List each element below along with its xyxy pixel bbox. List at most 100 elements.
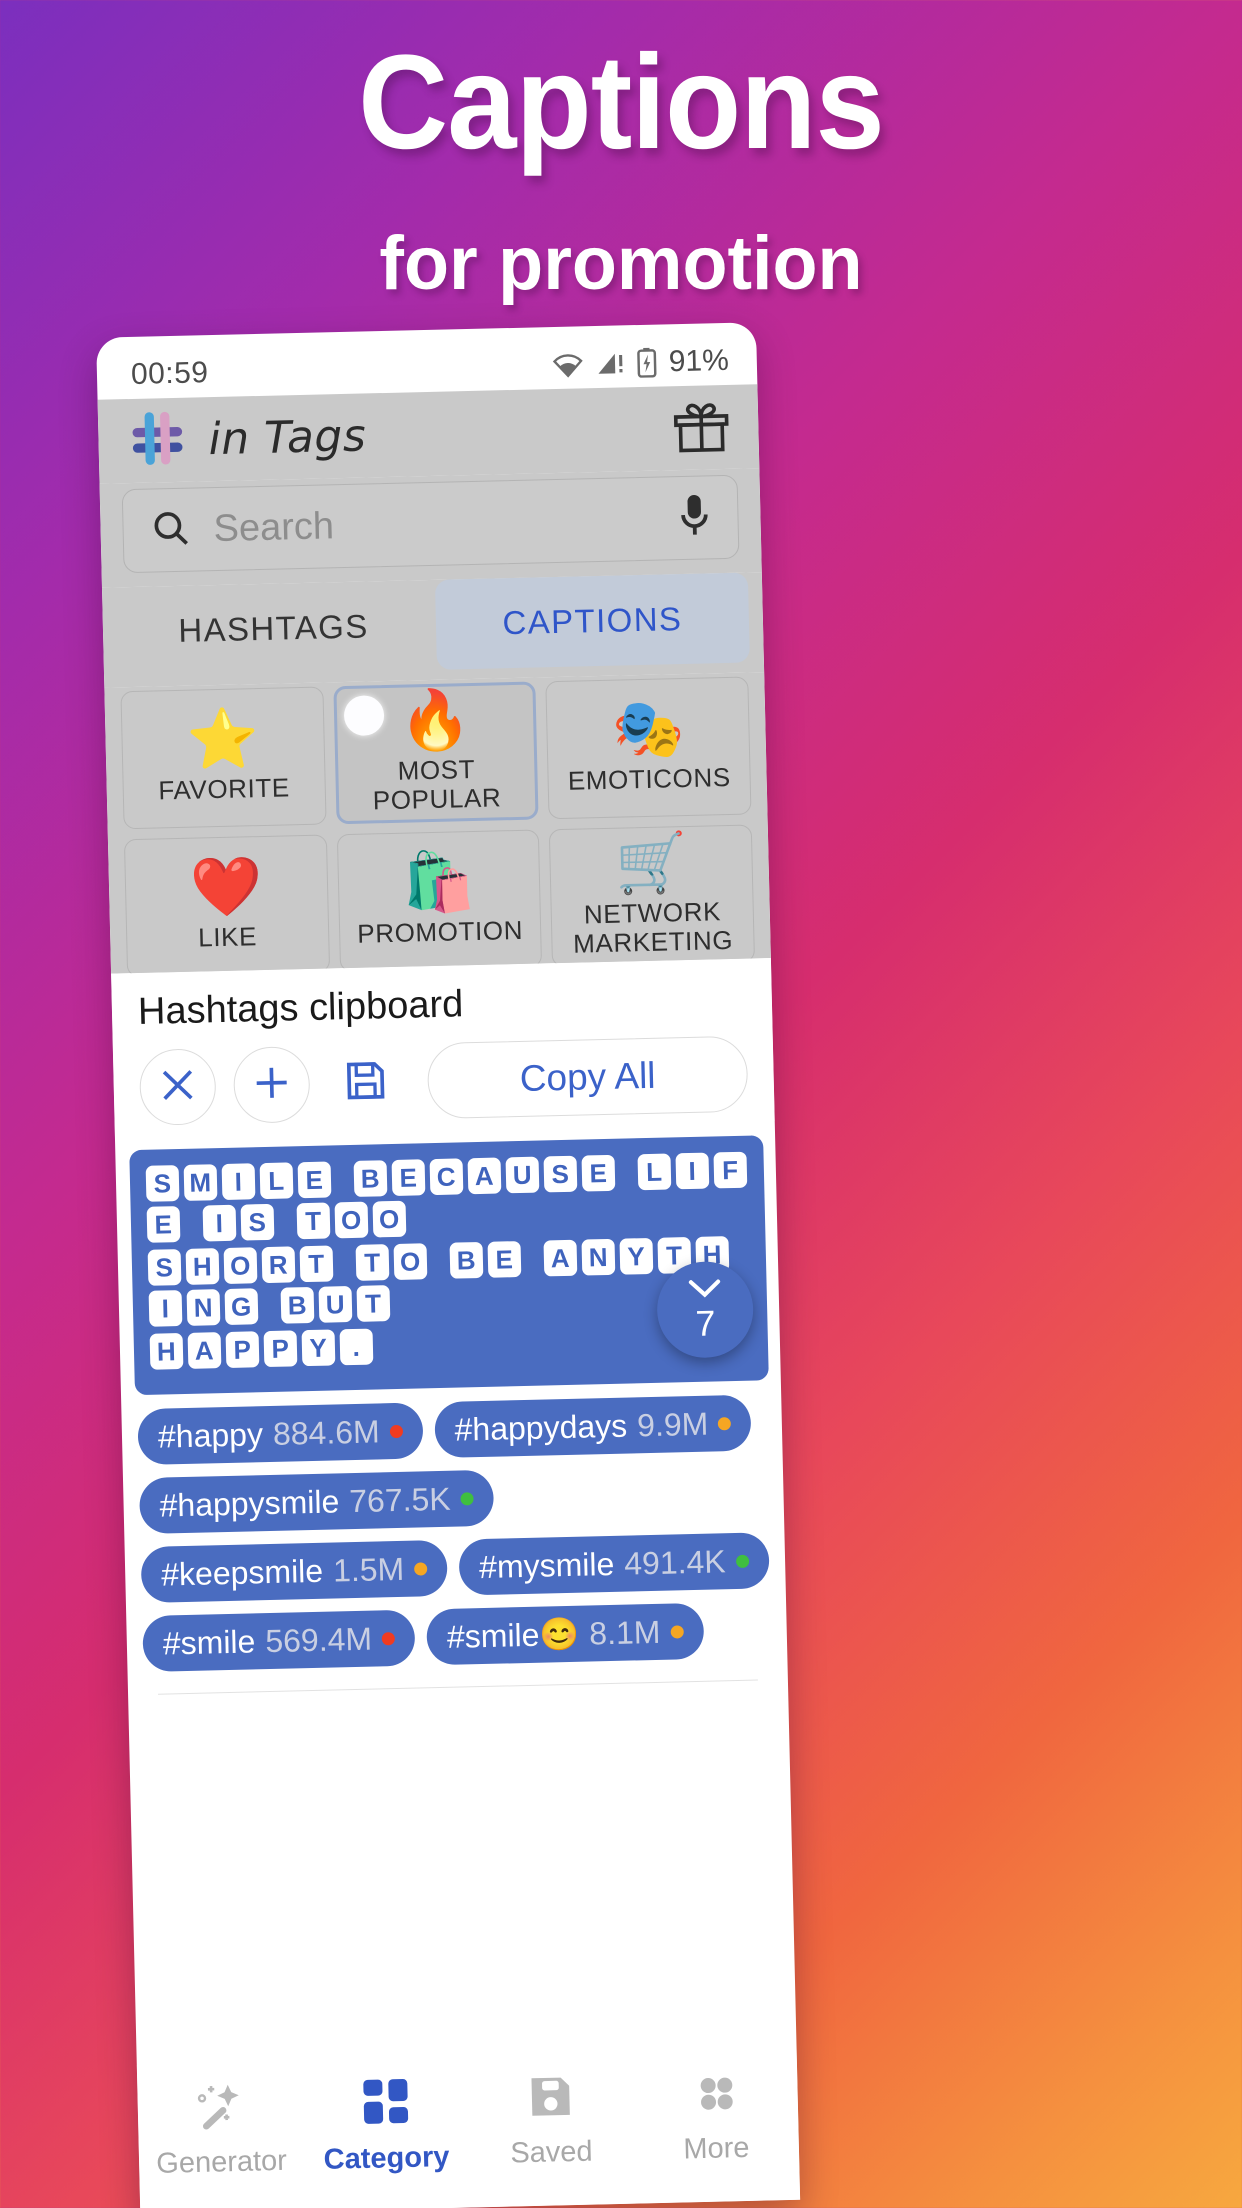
phone-mockup: 00:59 91% in Tags Search HASHTAGS CAPTIO… — [96, 322, 801, 2208]
grid-icon — [359, 2075, 412, 2133]
caption-letter-tile: P — [225, 1331, 260, 1368]
plus-icon — [251, 1062, 292, 1108]
category-grid: ⭐ FAVORITE 🔥 MOST POPULAR 🎭 EMOTICONS ❤️… — [120, 676, 755, 974]
tab-hashtags[interactable]: HASHTAGS — [116, 580, 431, 677]
hashtag-chip[interactable]: #mysmile 491.4K — [458, 1532, 770, 1596]
caption-letter-tile: S — [543, 1155, 578, 1193]
hashtag-chip[interactable]: #smile 569.4M — [142, 1609, 416, 1673]
caption-letter-tile: A — [467, 1157, 502, 1195]
nav-item-category[interactable]: Category — [302, 2074, 469, 2178]
caption-letter-tile: O — [334, 1201, 369, 1239]
caption-letter-tile: U — [318, 1286, 353, 1323]
category-most-popular[interactable]: 🔥 MOST POPULAR — [333, 681, 539, 825]
popularity-dot — [414, 1561, 428, 1576]
hashtag-name: #happydays — [454, 1407, 628, 1448]
close-icon — [157, 1064, 198, 1110]
caption-space — [336, 1161, 350, 1197]
clear-button[interactable] — [138, 1048, 217, 1126]
caption-letter-tile: E — [487, 1241, 522, 1278]
hashtag-count: 569.4M — [264, 1620, 373, 1659]
caption-letter-tile: E — [391, 1159, 426, 1197]
magic-wand-icon — [194, 2079, 247, 2137]
popularity-dot — [670, 1624, 684, 1639]
touch-ripple — [343, 695, 385, 737]
bottom-nav: Generator Category Saved More — [136, 2049, 801, 2208]
category-promotion[interactable]: 🛍️ PROMOTION — [336, 829, 543, 973]
hashtag-chip[interactable]: #smile😊 8.1M — [426, 1602, 705, 1666]
nav-label: Generator — [155, 2144, 288, 2180]
wifi-icon — [549, 350, 586, 379]
caption-space — [525, 1241, 539, 1277]
category-like[interactable]: ❤️ LIKE — [123, 834, 330, 974]
search-input[interactable]: Search — [121, 474, 740, 574]
hashtag-count: 8.1M — [588, 1613, 661, 1652]
category-emoticons[interactable]: 🎭 EMOTICONS — [545, 676, 752, 820]
caption-letter-tile: H — [185, 1248, 220, 1285]
hashtag-name: #smile😊 — [446, 1615, 580, 1655]
category-label: NETWORK MARKETING — [572, 896, 734, 959]
hashtags-clipboard: Hashtags clipboard Copy All — [111, 958, 775, 1137]
hashtag-name: #keepsmile — [160, 1552, 324, 1593]
caption-letter-tile: O — [393, 1243, 428, 1281]
tab-captions[interactable]: CAPTIONS — [434, 572, 750, 670]
category-network-marketing[interactable]: 🛒 NETWORK MARKETING — [549, 824, 755, 968]
copy-all-button[interactable]: Copy All — [426, 1035, 749, 1120]
popularity-dot — [381, 1631, 396, 1645]
add-button[interactable] — [232, 1045, 311, 1124]
heart-hand-icon: ❤️ — [189, 854, 264, 922]
caption-letter-tile: N — [186, 1289, 221, 1326]
hashtag-chip[interactable]: #happydays 9.9M — [433, 1394, 752, 1459]
caption-line: SMILEBECAUSELIFEISTOO — [145, 1151, 752, 1243]
fire-icon: 🔥 — [398, 686, 473, 754]
caption-space — [279, 1203, 293, 1239]
hashtag-count: 767.5K — [348, 1480, 452, 1519]
caption-letter-tile: E — [297, 1161, 332, 1199]
promo-subtitle: for promotion — [379, 221, 863, 306]
caption-letter-tile: I — [202, 1204, 237, 1242]
seo-bag-icon: 🛍️ — [402, 849, 476, 917]
hashtag-chip[interactable]: #happysmile 767.5K — [138, 1469, 495, 1535]
hashtag-chip[interactable]: #keepsmile 1.5M — [140, 1539, 448, 1604]
nav-item-generator[interactable]: Generator — [137, 2077, 304, 2181]
caption-letter-tile: Y — [301, 1329, 336, 1367]
category-label: FAVORITE — [158, 772, 291, 806]
hashtag-chip[interactable]: #happy 884.6M — [137, 1402, 424, 1466]
microphone-icon[interactable] — [677, 492, 712, 544]
nav-item-saved[interactable]: Saved — [467, 2070, 634, 2172]
battery-percent: 91% — [668, 343, 730, 379]
caption-space — [338, 1245, 352, 1281]
caption-panel[interactable]: SMILEBECAUSELIFEISTOO SHORTTOBEANYTHINGB… — [129, 1135, 769, 1396]
category-label: PROMOTION — [356, 915, 524, 950]
caption-letter-tile: B — [280, 1286, 315, 1324]
caption-space — [185, 1206, 199, 1242]
hashtag-name: #mysmile — [478, 1545, 615, 1585]
caption-letter-tile: L — [259, 1162, 294, 1200]
nav-label: Saved — [509, 2135, 593, 2170]
caption-letter-tile: U — [505, 1156, 540, 1194]
nav-item-more[interactable]: More — [632, 2066, 799, 2168]
caption-letter-tile: . — [339, 1328, 374, 1366]
caption-letter-tile: Y — [619, 1237, 654, 1275]
caption-letter-tile: I — [148, 1290, 183, 1327]
hashtag-chip-list: #happy 884.6M #happydays 9.9M #happysmil… — [121, 1380, 787, 1673]
category-favorite[interactable]: ⭐ FAVORITE — [120, 686, 327, 830]
hashtag-count: 884.6M — [272, 1412, 381, 1452]
hashtag-count: 1.5M — [332, 1550, 405, 1589]
category-label: EMOTICONS — [567, 762, 732, 797]
save-button[interactable] — [327, 1044, 405, 1122]
nav-label: Category — [323, 2140, 450, 2176]
caption-letter-tile: G — [224, 1288, 259, 1326]
caption-space — [263, 1288, 277, 1324]
caption-letter-tile: T — [299, 1245, 334, 1283]
caption-letter-tile: O — [223, 1247, 258, 1285]
caption-letter-tile: B — [353, 1160, 388, 1197]
caption-letter-tile: T — [356, 1285, 391, 1322]
caption-space — [432, 1243, 446, 1279]
category-grid-section: ⭐ FAVORITE 🔥 MOST POPULAR 🎭 EMOTICONS ❤️… — [104, 672, 771, 974]
caption-letter-tile: R — [261, 1246, 296, 1284]
gift-icon[interactable] — [670, 395, 733, 459]
category-label: LIKE — [197, 921, 258, 953]
promo-title: Captions — [358, 28, 885, 177]
status-time: 00:59 — [130, 356, 209, 391]
promo-header: Captions for promotion — [0, 0, 1242, 302]
